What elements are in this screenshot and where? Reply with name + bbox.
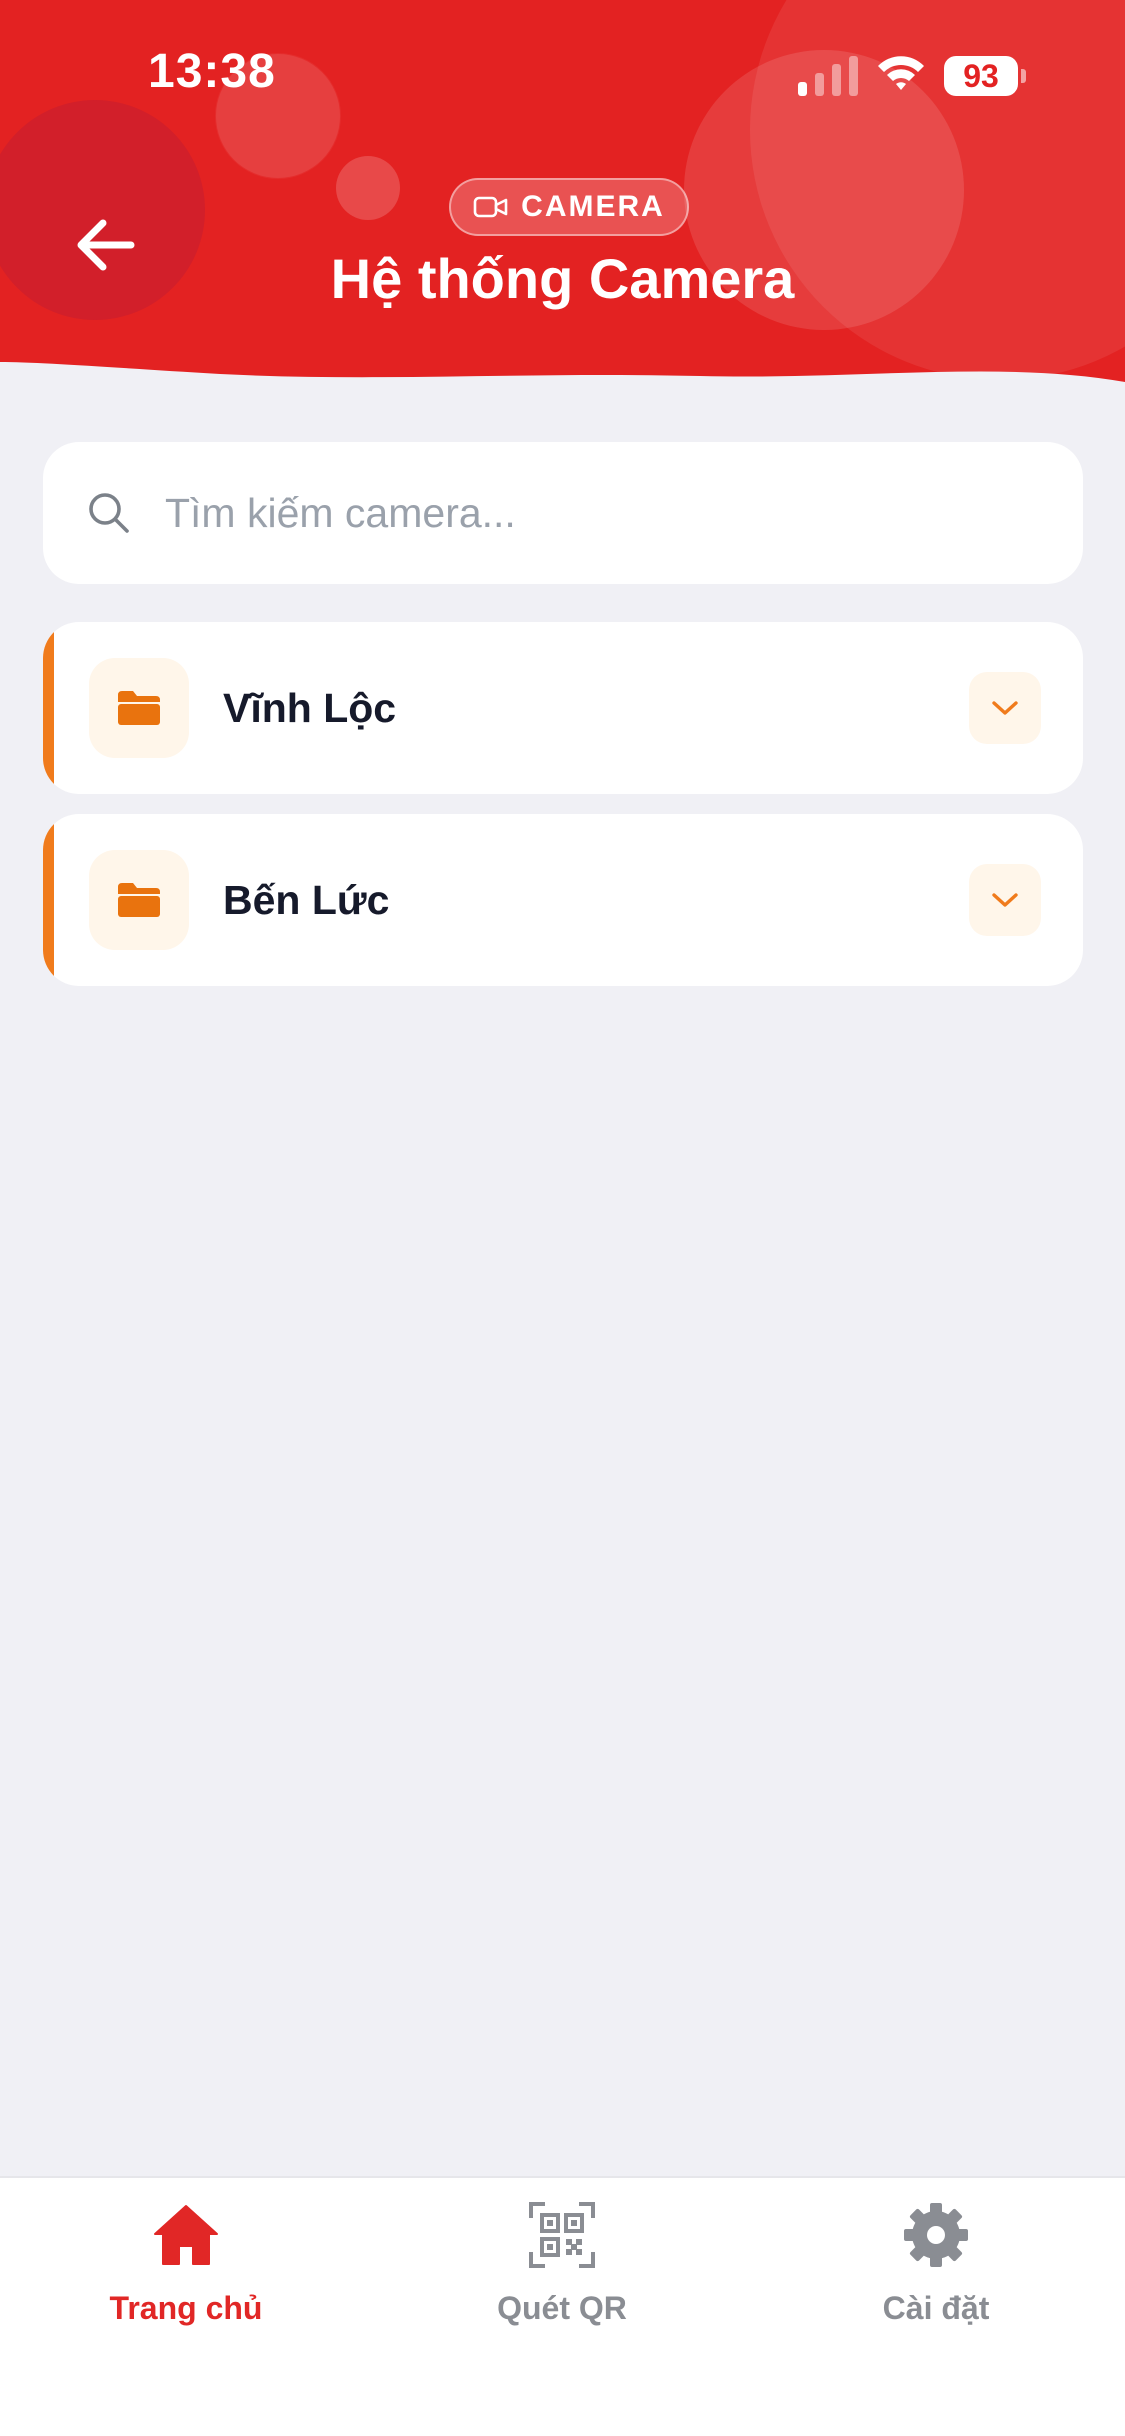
gear-icon [904, 2203, 968, 2267]
chevron-down-icon [992, 701, 1018, 715]
group-name: Vĩnh Lộc [223, 685, 397, 731]
battery-level: 93 [944, 56, 1018, 96]
video-camera-icon [473, 196, 508, 218]
expand-button[interactable] [969, 672, 1041, 744]
nav-item-scan-qr[interactable]: Quét QR [432, 2200, 692, 2350]
folder-icon [118, 691, 160, 725]
bottom-navigation: Trang chủ Quét QR Cài đặt [0, 2176, 1125, 2436]
nav-label-home: Trang chủ [109, 2290, 263, 2326]
chevron-down-icon [992, 893, 1018, 907]
folder-icon-container [89, 850, 189, 950]
search-bar[interactable] [43, 442, 1083, 584]
header: 13:38 93 CAMERA Hệ thống Camera [0, 0, 1125, 400]
group-item-vinh-loc[interactable]: Vĩnh Lộc [43, 622, 1083, 794]
expand-button[interactable] [969, 864, 1041, 936]
status-time: 13:38 [148, 45, 276, 98]
battery-indicator: 93 [944, 56, 1026, 96]
camera-badge: CAMERA [449, 178, 689, 236]
wifi-icon [878, 56, 924, 90]
folder-icon [118, 883, 160, 917]
folder-icon-container [89, 658, 189, 758]
group-name: Bến Lức [223, 877, 390, 923]
nav-label-scan-qr: Quét QR [497, 2290, 627, 2326]
group-accent-bar [43, 622, 54, 794]
battery-tip [1021, 69, 1026, 83]
page-title: Hệ thống Camera [330, 247, 795, 310]
search-input[interactable] [163, 483, 1043, 543]
nav-item-home[interactable]: Trang chủ [56, 2200, 316, 2350]
nav-item-settings[interactable]: Cài đặt [806, 2200, 1066, 2350]
group-item-ben-luc[interactable]: Bến Lức [43, 814, 1083, 986]
camera-badge-label: CAMERA [521, 190, 665, 223]
cellular-signal-icon [798, 56, 858, 96]
nav-label-settings: Cài đặt [882, 2290, 990, 2326]
search-icon [89, 493, 129, 533]
qr-code-icon [529, 2202, 595, 2268]
home-icon [154, 2205, 218, 2265]
group-accent-bar [43, 814, 54, 986]
